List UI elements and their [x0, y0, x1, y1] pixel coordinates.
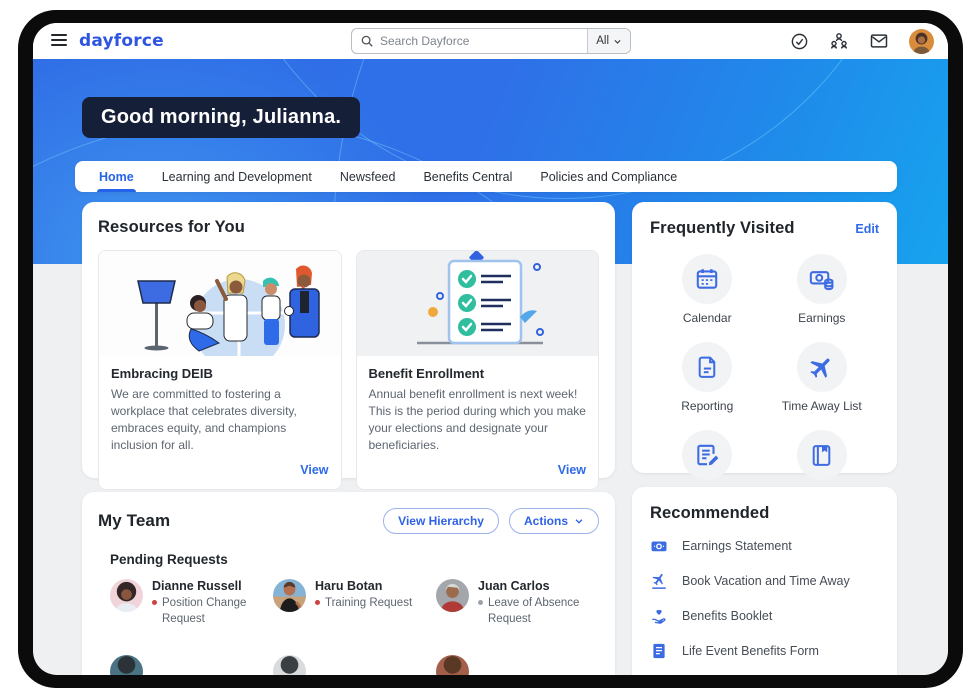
status-dot — [152, 600, 157, 605]
actions-button[interactable]: Actions — [508, 508, 599, 534]
org-people-icon[interactable] — [829, 31, 849, 51]
search-filter-value: All — [596, 35, 609, 47]
resource-card-benefit-enrollment[interactable]: Benefit Enrollment Annual benefit enroll… — [355, 250, 599, 491]
my-team-title: My Team — [98, 511, 171, 530]
resources-title: Resources for You — [98, 218, 245, 236]
resource-title: Embracing DEIB — [111, 366, 213, 381]
avatar-team-member[interactable] — [110, 655, 143, 675]
pending-request-juan-carlos[interactable]: Juan Carlos Leave of Absence Request — [436, 579, 599, 627]
rec-item-earnings-statement[interactable]: Earnings Statement — [650, 537, 879, 555]
reporting-icon — [682, 342, 733, 392]
freq-item-earnings[interactable]: Earnings — [765, 254, 880, 325]
book-icon — [796, 430, 847, 480]
hand-heart-icon — [652, 609, 666, 624]
rec-item-benefits-booklet[interactable]: Benefits Booklet — [650, 607, 879, 625]
pending-requests-title: Pending Requests — [110, 552, 228, 567]
view-link[interactable]: View — [111, 463, 328, 477]
deib-illustration — [99, 251, 341, 356]
plane-departure-icon — [652, 573, 666, 589]
user-avatar[interactable] — [909, 28, 934, 54]
top-bar: dayforce All — [33, 23, 948, 59]
greeting-banner: Good morning, Julianna. — [82, 97, 361, 138]
view-link[interactable]: View — [369, 463, 586, 477]
resource-body: Annual benefit enrollment is next week! … — [368, 387, 586, 453]
tab-home[interactable]: Home — [85, 161, 148, 192]
view-hierarchy-button[interactable]: View Hierarchy — [383, 508, 499, 534]
edit-link[interactable]: Edit — [855, 222, 879, 236]
tab-learning-and-development[interactable]: Learning and Development — [148, 161, 326, 192]
avatar-dianne-russell — [110, 579, 143, 612]
messages-envelope-icon[interactable] — [869, 31, 889, 51]
avatar-haru-botan — [273, 579, 306, 612]
pending-request-haru-botan[interactable]: Haru Botan Training Request — [273, 579, 436, 627]
device-frame: dayforce All — [18, 10, 963, 688]
pending-request-dianne-russell[interactable]: Dianne Russell Position Change Request — [110, 579, 273, 627]
search-filter-dropdown[interactable]: All — [587, 29, 630, 53]
tab-policies-and-compliance[interactable]: Policies and Compliance — [526, 161, 691, 192]
search-bar: All — [351, 28, 631, 54]
freq-item-reporting[interactable]: Reporting — [650, 342, 765, 413]
resources-for-you-card: Resources for You Embracing DEIB We are … — [82, 202, 615, 491]
rec-item-book-vacation[interactable]: Book Vacation and Time Away — [650, 572, 879, 590]
tab-benefits-central[interactable]: Benefits Central — [409, 161, 526, 192]
tab-newsfeed[interactable]: Newsfeed — [326, 161, 410, 192]
resource-body: We are committed to fostering a workplac… — [111, 387, 297, 453]
resource-card-embracing-deib[interactable]: Embracing DEIB We are committed to foste… — [98, 250, 342, 491]
resource-title: Benefit Enrollment — [368, 366, 485, 381]
avatar-juan-carlos — [436, 579, 469, 612]
form-icon — [653, 643, 665, 659]
frequently-visited-title: Frequently Visited — [650, 219, 795, 237]
banknote-icon — [651, 541, 667, 552]
avatar-team-member[interactable] — [273, 655, 306, 675]
benefit-enrollment-illustration — [356, 251, 599, 356]
search-input[interactable] — [374, 34, 588, 48]
calendar-icon — [682, 254, 733, 304]
avatar-team-member[interactable] — [436, 655, 469, 675]
freq-item-calendar[interactable]: Calendar — [650, 254, 765, 325]
plane-icon — [796, 342, 847, 392]
earnings-icon — [796, 254, 847, 304]
status-dot — [478, 600, 483, 605]
forms-icon — [682, 430, 733, 480]
chevron-down-icon — [575, 519, 583, 524]
freq-item-time-away-list[interactable]: Time Away List — [765, 342, 880, 413]
topbar-actions — [790, 23, 934, 59]
rec-item-life-event-form[interactable]: Life Event Benefits Form — [650, 642, 879, 660]
section-tabbar: Home Learning and Development Newsfeed B… — [75, 161, 897, 192]
hamburger-menu-icon[interactable] — [51, 34, 67, 49]
dayforce-app: dayforce All — [33, 23, 948, 675]
tasks-check-circle-icon[interactable] — [790, 32, 809, 51]
recommended-title: Recommended — [650, 504, 770, 522]
recommended-card: Recommended Earnings Statement Book Vaca… — [632, 487, 897, 675]
dayforce-logo: dayforce — [79, 31, 164, 51]
chevron-down-icon — [614, 39, 621, 44]
search-icon — [360, 34, 374, 48]
status-dot — [315, 600, 320, 605]
my-team-card: My Team View Hierarchy Actions Pending R… — [82, 492, 615, 675]
frequently-visited-card: Frequently Visited Edit Calendar Earning… — [632, 202, 897, 501]
